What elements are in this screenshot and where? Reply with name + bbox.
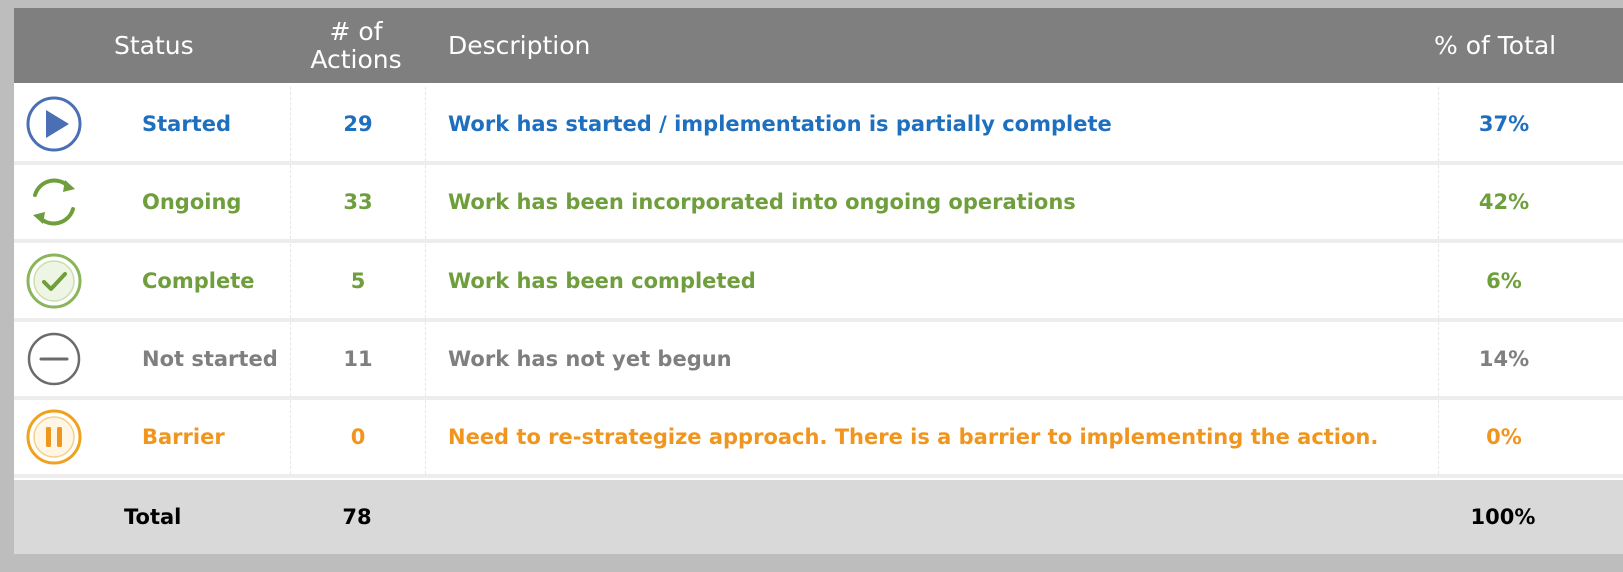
- total-percent: 100%: [1470, 505, 1536, 529]
- row-percent: 6%: [1438, 244, 1569, 318]
- table-row-not-started: Not started 11 Work has not yet begun 14…: [14, 322, 1623, 400]
- row-description: Work has been completed: [448, 269, 756, 293]
- ongoing-icon-cell: [14, 165, 94, 239]
- table-row-barrier: Barrier 0 Need to re-strategize approach…: [14, 400, 1623, 478]
- complete-icon-cell: [14, 244, 94, 318]
- table-row-ongoing: Ongoing 33 Work has been incorporated in…: [14, 165, 1623, 243]
- table-row-started: Started 29 Work has started / implementa…: [14, 87, 1623, 165]
- total-actions: 78: [342, 505, 372, 529]
- row-percent: 42%: [1438, 165, 1569, 239]
- row-actions: 5: [290, 244, 426, 318]
- check-circle-icon: [25, 252, 83, 310]
- table-header: Status # of Actions Description % of Tot…: [14, 8, 1623, 83]
- row-status: Started: [142, 112, 232, 136]
- not-started-icon-cell: [14, 322, 94, 396]
- header-description: Description: [448, 30, 591, 60]
- row-actions: 29: [290, 87, 426, 161]
- row-description: Work has been incorporated into ongoing …: [448, 190, 1076, 214]
- row-status: Barrier: [142, 425, 225, 449]
- pause-circle-icon: [25, 408, 83, 466]
- table-total-row: Total 78 100%: [14, 480, 1623, 554]
- barrier-icon-cell: [14, 400, 94, 474]
- row-status: Complete: [142, 269, 255, 293]
- row-status: Not started: [142, 347, 278, 371]
- row-description: Need to re-strategize approach. There is…: [448, 425, 1379, 449]
- header-status: Status: [114, 30, 194, 60]
- header-percent: % of Total: [1434, 30, 1557, 60]
- row-description: Work has not yet begun: [448, 347, 732, 371]
- row-percent: 0%: [1438, 400, 1569, 474]
- row-actions: 0: [290, 400, 426, 474]
- row-percent: 14%: [1438, 322, 1569, 396]
- total-label: Total: [124, 505, 182, 529]
- row-description: Work has started / implementation is par…: [448, 112, 1112, 136]
- row-percent: 37%: [1438, 87, 1569, 161]
- started-icon-cell: [14, 87, 94, 161]
- header-actions-line1: # of: [329, 17, 383, 46]
- header-actions: # of Actions: [290, 8, 422, 83]
- row-actions: 33: [290, 165, 426, 239]
- minus-circle-icon: [25, 330, 83, 388]
- table-row-complete: Complete 5 Work has been completed 6%: [14, 244, 1623, 322]
- table-frame: Status # of Actions Description % of Tot…: [0, 0, 1623, 572]
- refresh-cycle-icon: [25, 173, 83, 231]
- row-actions: 11: [290, 322, 426, 396]
- row-status: Ongoing: [142, 190, 242, 214]
- play-circle-icon: [25, 95, 83, 153]
- status-table: Status # of Actions Description % of Tot…: [14, 8, 1623, 554]
- header-actions-line2: Actions: [310, 44, 402, 74]
